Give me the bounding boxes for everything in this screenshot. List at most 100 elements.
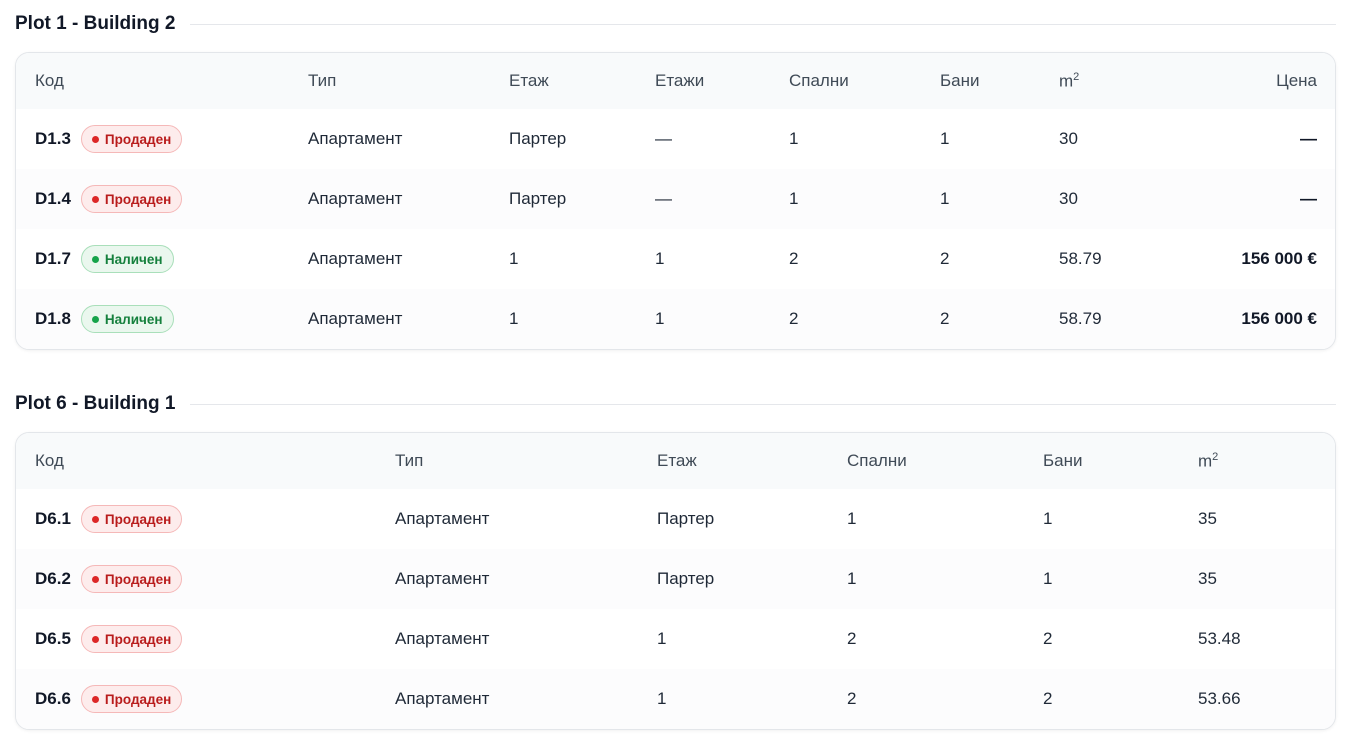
cell-code: D1.3 Продаден (16, 109, 308, 169)
units-table-card: Код Тип Етаж Спални Бани m2 D6.1 Продаден… (15, 432, 1336, 730)
status-label: Продаден (104, 511, 172, 527)
cell-floors: — (655, 129, 672, 148)
unit-code: D1.4 (35, 189, 71, 208)
cell-floor: Партер (657, 509, 715, 528)
cell-bathrooms: 1 (1043, 509, 1053, 528)
unit-code: D6.1 (35, 509, 71, 528)
section-header: Plot 1 - Building 2 (15, 10, 1336, 38)
unit-code: D6.5 (35, 629, 71, 648)
cell-bedrooms: 1 (847, 569, 857, 588)
col-header-bathrooms[interactable]: Бани (940, 53, 1059, 109)
cell-bathrooms: 2 (1043, 689, 1053, 708)
cell-floor: 1 (509, 249, 519, 268)
area-unit: m (1059, 71, 1074, 91)
col-header-area[interactable]: m2 (1059, 53, 1199, 109)
section-plot1-building2: Plot 1 - Building 2 Код Тип Етаж Етажи С… (15, 10, 1336, 350)
table-row[interactable]: D1.4 Продаден Апартамент Партер — 1 1 30 … (16, 169, 1335, 229)
cell-bedrooms: 1 (847, 509, 857, 528)
col-header-type[interactable]: Тип (395, 433, 657, 489)
table-row[interactable]: D1.7 Наличен Апартамент 1 1 2 2 58.79 156… (16, 229, 1335, 289)
cell-price: — (1300, 129, 1317, 148)
status-badge: Продаден (80, 685, 183, 713)
col-header-bedrooms[interactable]: Спални (847, 433, 1043, 489)
cell-code: D6.5 Продаден (16, 609, 395, 669)
table-row[interactable]: D6.5 Продаден Апартамент 1 2 2 53.48 (16, 609, 1335, 669)
status-dot-icon (91, 135, 99, 143)
cell-type: Апартамент (308, 249, 403, 268)
cell-type: Апартамент (395, 569, 490, 588)
area-unit: m (1198, 451, 1213, 471)
status-label: Продаден (104, 571, 172, 587)
cell-bathrooms: 2 (1043, 629, 1053, 648)
status-badge: Продаден (80, 505, 183, 533)
cell-bedrooms: 2 (847, 689, 857, 708)
status-badge: Продаден (80, 565, 183, 593)
cell-bedrooms: 2 (789, 249, 799, 268)
cell-bathrooms: 1 (940, 189, 950, 208)
status-badge: Наличен (80, 245, 174, 273)
status-dot-icon (91, 255, 99, 263)
col-header-price[interactable]: Цена (1199, 53, 1335, 109)
col-header-bedrooms[interactable]: Спални (789, 53, 940, 109)
cell-floor: 1 (657, 629, 667, 648)
table-row[interactable]: D6.6 Продаден Апартамент 1 2 2 53.66 (16, 669, 1335, 729)
cell-floors: 1 (655, 249, 665, 268)
col-header-code[interactable]: Код (16, 53, 308, 109)
table-header-row: Код Тип Етаж Етажи Спални Бани m2 Цена (16, 53, 1335, 109)
section-title: Plot 1 - Building 2 (15, 13, 176, 34)
col-header-code[interactable]: Код (16, 433, 395, 489)
table-row[interactable]: D6.1 Продаден Апартамент Партер 1 1 35 (16, 489, 1335, 549)
status-label: Продаден (104, 191, 172, 207)
cell-type: Апартамент (308, 189, 403, 208)
col-header-floors[interactable]: Етажи (655, 53, 789, 109)
cell-code: D6.6 Продаден (16, 669, 395, 729)
area-unit-exponent: 2 (1212, 450, 1219, 463)
cell-area: 35 (1198, 569, 1217, 588)
status-badge: Наличен (80, 305, 174, 333)
cell-floors: 1 (655, 309, 665, 328)
cell-price: — (1300, 189, 1317, 208)
table-row[interactable]: D1.3 Продаден Апартамент Партер — 1 1 30 … (16, 109, 1335, 169)
col-header-floor[interactable]: Етаж (509, 53, 655, 109)
table-row[interactable]: D1.8 Наличен Апартамент 1 1 2 2 58.79 156… (16, 289, 1335, 349)
cell-bedrooms: 1 (789, 189, 799, 208)
table-row[interactable]: D6.2 Продаден Апартамент Партер 1 1 35 (16, 549, 1335, 609)
cell-area: 53.66 (1198, 689, 1241, 708)
units-table-card: Код Тип Етаж Етажи Спални Бани m2 Цена D… (15, 52, 1336, 350)
section-title: Plot 6 - Building 1 (15, 393, 176, 414)
cell-type: Апартамент (395, 689, 490, 708)
col-header-area[interactable]: m2 (1198, 433, 1335, 489)
cell-type: Апартамент (308, 309, 403, 328)
cell-type: Апартамент (395, 629, 490, 648)
cell-code: D1.8 Наличен (16, 289, 308, 349)
status-label: Наличен (104, 251, 163, 267)
cell-area: 53.48 (1198, 629, 1241, 648)
cell-bathrooms: 2 (940, 309, 950, 328)
unit-code: D1.3 (35, 129, 71, 148)
section-divider (190, 23, 1336, 25)
cell-area: 58.79 (1059, 309, 1102, 328)
section-divider (190, 403, 1336, 405)
col-header-floor[interactable]: Етаж (657, 433, 847, 489)
area-unit-exponent: 2 (1073, 70, 1080, 83)
status-badge: Продаден (80, 625, 183, 653)
status-label: Продаден (104, 691, 172, 707)
cell-code: D6.1 Продаден (16, 489, 395, 549)
cell-area: 30 (1059, 189, 1078, 208)
status-dot-icon (91, 195, 99, 203)
section-header: Plot 6 - Building 1 (15, 390, 1336, 418)
col-header-type[interactable]: Тип (308, 53, 509, 109)
cell-bathrooms: 1 (940, 129, 950, 148)
cell-bedrooms: 2 (847, 629, 857, 648)
cell-type: Апартамент (395, 509, 490, 528)
status-label: Продаден (104, 631, 172, 647)
status-dot-icon (91, 695, 99, 703)
col-header-bathrooms[interactable]: Бани (1043, 433, 1198, 489)
cell-floor: 1 (509, 309, 519, 328)
cell-floor: 1 (657, 689, 667, 708)
cell-code: D6.2 Продаден (16, 549, 395, 609)
unit-code: D1.7 (35, 249, 71, 268)
cell-floors: — (655, 189, 672, 208)
cell-code: D1.4 Продаден (16, 169, 308, 229)
cell-price: 156 000 € (1241, 249, 1317, 268)
